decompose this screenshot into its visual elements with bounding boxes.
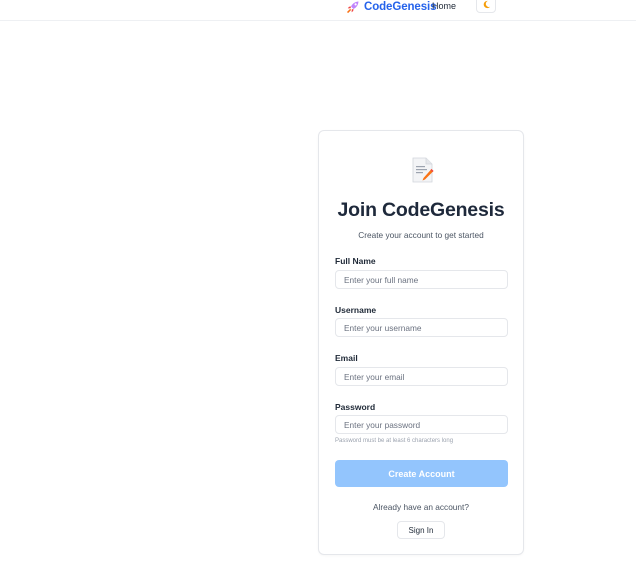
nav-home-link[interactable]: Home	[432, 0, 456, 14]
brand-link[interactable]: CodeGenesis	[346, 0, 437, 14]
moon-icon	[483, 0, 490, 9]
full-name-label: Full Name	[335, 256, 376, 266]
create-account-button[interactable]: Create Account	[335, 460, 508, 487]
username-label: Username	[335, 305, 377, 315]
email-label: Email	[335, 353, 358, 363]
full-name-input[interactable]	[335, 270, 508, 289]
sign-in-button[interactable]: Sign In	[397, 521, 445, 539]
signup-card: Join CodeGenesis Create your account to …	[318, 130, 524, 555]
password-input[interactable]	[335, 415, 508, 434]
page-subtitle: Create your account to get started	[358, 230, 484, 240]
password-hint: Password must be at least 6 characters l…	[335, 438, 454, 444]
rocket-icon	[347, 1, 359, 14]
username-input[interactable]	[335, 318, 508, 337]
page-title: Join CodeGenesis	[337, 199, 505, 221]
password-label: Password	[335, 402, 376, 412]
email-input[interactable]	[335, 367, 508, 386]
brand-name: CodeGenesis	[364, 1, 437, 13]
signin-prompt: Already have an account?	[373, 502, 469, 512]
memo-icon	[412, 157, 434, 183]
top-navbar: CodeGenesis Home	[0, 0, 636, 21]
theme-toggle-button[interactable]	[476, 0, 496, 13]
